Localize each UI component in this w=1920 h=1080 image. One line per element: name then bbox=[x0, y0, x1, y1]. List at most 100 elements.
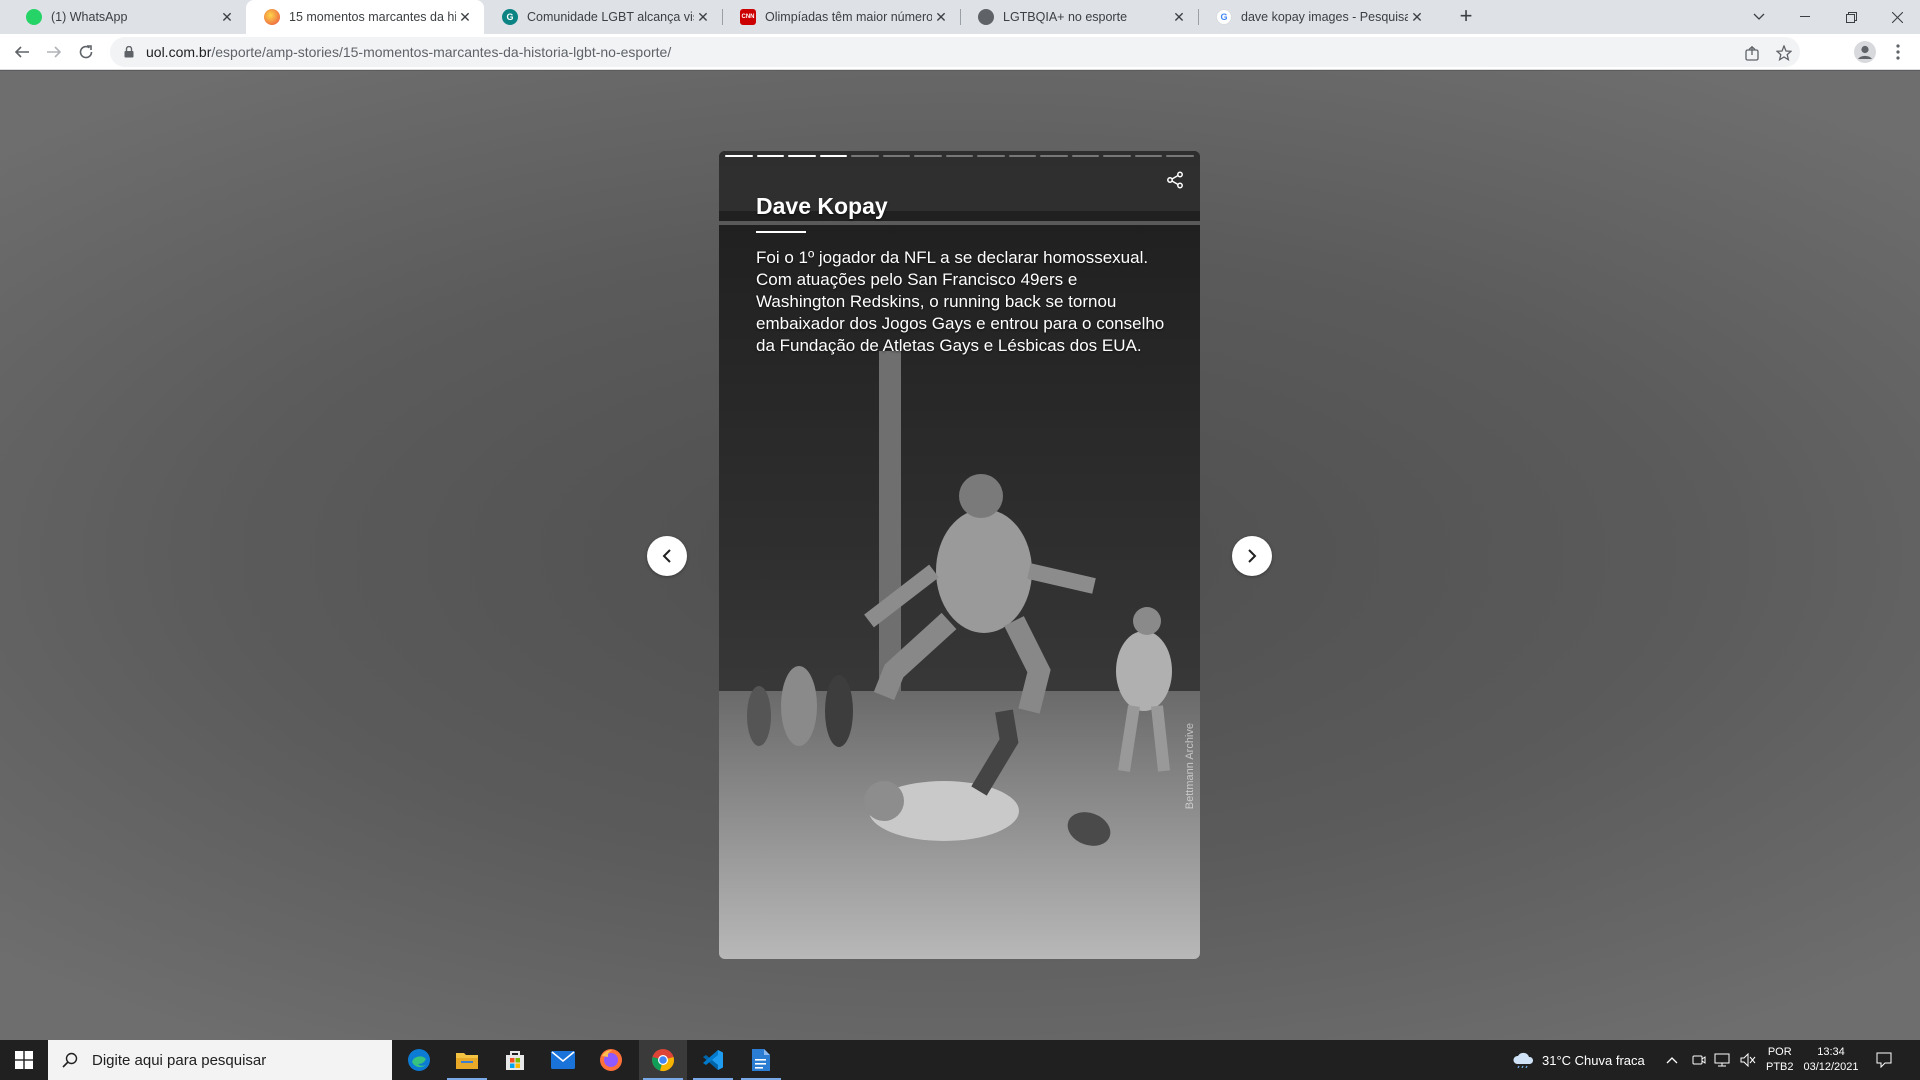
tab-2[interactable]: 15 momentos marcantes da histó ✕ bbox=[246, 0, 484, 34]
tab-close-icon[interactable]: ✕ bbox=[932, 9, 950, 26]
close-icon bbox=[1891, 11, 1903, 23]
progress-segment bbox=[1040, 155, 1068, 157]
windows-logo-icon bbox=[15, 1051, 33, 1069]
share-page-button[interactable] bbox=[1742, 43, 1762, 63]
url-path: /esporte/amp-stories/15-momentos-marcant… bbox=[211, 44, 672, 60]
taskbar-firefox[interactable] bbox=[587, 1040, 635, 1080]
story-body: Foi o 1º jogador da NFL a se declarar ho… bbox=[756, 248, 1165, 355]
progress-segment bbox=[756, 155, 785, 157]
tab-title: LGTBQIA+ no esporte bbox=[1003, 10, 1128, 24]
address-bar[interactable]: uol.com.br/esporte/amp-stories/15-moment… bbox=[110, 37, 1800, 67]
tab-title: (1) WhatsApp bbox=[51, 10, 128, 24]
lock-icon[interactable] bbox=[122, 45, 136, 59]
progress-segment bbox=[945, 155, 974, 157]
share-page-icon bbox=[1744, 45, 1759, 61]
tab-search-button[interactable] bbox=[1736, 0, 1782, 34]
progress-segment bbox=[882, 155, 911, 157]
bookmark-button[interactable] bbox=[1774, 43, 1794, 63]
story-progress bbox=[725, 155, 1194, 157]
share-icon bbox=[1167, 171, 1183, 189]
url-domain: uol.com.br bbox=[146, 44, 212, 60]
tab-title: Comunidade LGBT alcança visibili bbox=[527, 10, 694, 24]
tab-close-icon[interactable]: ✕ bbox=[456, 9, 474, 26]
progress-segment bbox=[914, 155, 942, 157]
tab-5[interactable]: LGTBQIA+ no esporte ✕ bbox=[960, 0, 1198, 34]
story-title: Dave Kopay bbox=[756, 193, 888, 219]
new-tab-button[interactable]: + bbox=[1453, 4, 1479, 30]
uol-icon bbox=[264, 9, 280, 25]
tab-1[interactable]: (1) WhatsApp ✕ bbox=[8, 0, 246, 34]
chevron-up-icon bbox=[1666, 1057, 1678, 1064]
minimize-icon bbox=[1800, 16, 1810, 17]
vscode-icon bbox=[703, 1050, 723, 1070]
notification-icon bbox=[1876, 1052, 1892, 1068]
cnn-icon: CNN bbox=[740, 9, 756, 25]
tab-6[interactable]: Gdave kopay images - Pesquisa Go✕ bbox=[1198, 0, 1436, 34]
firefox-icon bbox=[600, 1049, 622, 1071]
taskbar-chrome[interactable] bbox=[639, 1040, 687, 1080]
arrow-left-icon bbox=[14, 46, 29, 58]
weather-widget[interactable]: 31°C Chuva fraca bbox=[1512, 1040, 1645, 1080]
document-icon bbox=[752, 1049, 770, 1071]
star-icon bbox=[1776, 45, 1792, 61]
story-text-block: Dave Kopay Foi o 1º jogador da NFL a se … bbox=[756, 191, 1166, 357]
tab-3[interactable]: G Comunidade LGBT alcança visibili✕ bbox=[484, 0, 722, 34]
chevron-right-icon bbox=[1248, 549, 1257, 563]
start-button[interactable] bbox=[0, 1040, 48, 1080]
search-placeholder: Digite aqui para pesquisar bbox=[92, 1051, 267, 1069]
keyboard-layout: PTB2 bbox=[1766, 1061, 1794, 1073]
restore-button[interactable] bbox=[1828, 0, 1874, 34]
g-news-icon: G bbox=[502, 9, 518, 25]
tab-close-icon[interactable]: ✕ bbox=[1408, 9, 1426, 26]
progress-segment bbox=[725, 155, 753, 157]
close-window-button[interactable] bbox=[1874, 0, 1920, 34]
notifications-button[interactable] bbox=[1876, 1040, 1892, 1080]
folder-icon bbox=[456, 1053, 478, 1069]
input-language[interactable]: POR PTB2 bbox=[1766, 1040, 1794, 1080]
kebab-menu-icon bbox=[1896, 44, 1900, 60]
taskbar-file-explorer[interactable] bbox=[443, 1040, 491, 1080]
profile-button[interactable] bbox=[1851, 38, 1879, 66]
network-button[interactable] bbox=[1714, 1040, 1730, 1080]
clock-time: 13:34 bbox=[1817, 1046, 1845, 1058]
title-divider bbox=[756, 231, 806, 233]
meet-now-button[interactable] bbox=[1692, 1040, 1706, 1080]
next-page-button[interactable] bbox=[1232, 536, 1272, 576]
progress-segment bbox=[1008, 155, 1037, 157]
edge-icon bbox=[408, 1049, 430, 1071]
taskbar: Digite aqui para pesquisar 31°C Chuva fr… bbox=[0, 1040, 1920, 1080]
taskbar-vscode[interactable] bbox=[689, 1040, 737, 1080]
volume-button[interactable] bbox=[1740, 1040, 1756, 1080]
tab-close-icon[interactable]: ✕ bbox=[218, 9, 236, 26]
tray-overflow-button[interactable] bbox=[1666, 1040, 1678, 1080]
forward-button[interactable] bbox=[40, 38, 68, 66]
tab-close-icon[interactable]: ✕ bbox=[694, 9, 712, 26]
progress-segment bbox=[819, 155, 848, 157]
taskbar-search[interactable]: Digite aqui para pesquisar bbox=[48, 1040, 392, 1080]
progress-segment bbox=[977, 155, 1005, 157]
rain-cloud-icon bbox=[1513, 1052, 1534, 1068]
chevron-down-icon bbox=[1753, 13, 1765, 20]
taskbar-edge[interactable] bbox=[395, 1040, 443, 1080]
google-icon: G bbox=[1216, 9, 1232, 25]
minimize-button[interactable] bbox=[1782, 0, 1828, 34]
avatar-icon bbox=[1854, 41, 1876, 63]
story-share-button[interactable] bbox=[1164, 169, 1186, 191]
back-button[interactable] bbox=[8, 38, 36, 66]
page-backdrop: Dave Kopay Foi o 1º jogador da NFL a se … bbox=[0, 71, 1920, 1041]
mail-icon bbox=[551, 1051, 575, 1069]
browser-menu-button[interactable] bbox=[1884, 38, 1912, 66]
search-icon bbox=[62, 1052, 78, 1068]
reload-button[interactable] bbox=[72, 38, 100, 66]
arrow-right-icon bbox=[47, 46, 62, 58]
story-card: Dave Kopay Foi o 1º jogador da NFL a se … bbox=[719, 151, 1200, 959]
taskbar-notepad[interactable] bbox=[737, 1040, 785, 1080]
tab-close-icon[interactable]: ✕ bbox=[1170, 9, 1188, 26]
taskbar-mail[interactable] bbox=[539, 1040, 587, 1080]
previous-page-button[interactable] bbox=[647, 536, 687, 576]
tab-title: dave kopay images - Pesquisa Go bbox=[1241, 10, 1408, 24]
taskbar-store[interactable] bbox=[491, 1040, 539, 1080]
clock[interactable]: 13:34 03/12/2021 bbox=[1800, 1040, 1862, 1080]
globe-icon bbox=[978, 9, 994, 25]
tab-4[interactable]: CNN Olimpíadas têm maior número de ✕ bbox=[722, 0, 960, 34]
